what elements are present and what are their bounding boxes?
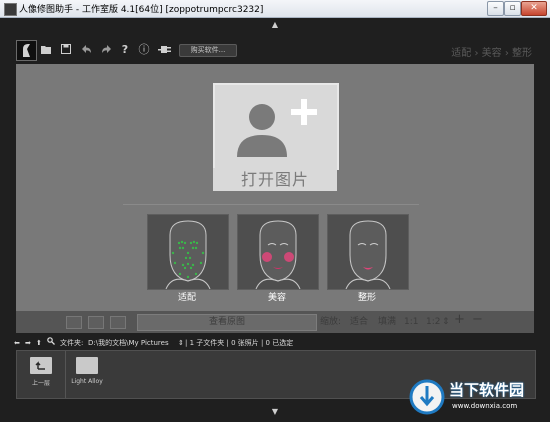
view-original-button[interactable]: 查看原图	[137, 314, 317, 331]
stacked-view-icon[interactable]	[110, 316, 126, 329]
add-person-icon	[213, 83, 339, 170]
divider	[65, 351, 66, 398]
mode-fit-label: 适配	[177, 293, 196, 303]
parent-folder-item[interactable]: 上一层	[22, 357, 60, 387]
redo-icon[interactable]	[100, 44, 112, 58]
zoom-in-button[interactable]: +	[454, 313, 465, 327]
forward-arrow-icon[interactable]: ➡	[25, 336, 31, 350]
close-button[interactable]: ✕	[521, 1, 547, 16]
up-arrow-icon[interactable]: ⬆	[36, 336, 42, 350]
open-folder-icon[interactable]	[40, 44, 52, 58]
face-beauty-icon	[255, 220, 301, 290]
title-bar: 人像修图助手 - 工作室版 4.1[64位] [zoppotrumpcrc323…	[0, 0, 550, 18]
single-view-icon[interactable]	[66, 316, 82, 329]
folder-path[interactable]: D:\我的文档\My Pictures	[88, 336, 169, 350]
divider	[123, 204, 419, 205]
info-icon[interactable]: ⓘ	[138, 43, 150, 57]
open-image-label: 打开图片	[213, 168, 337, 191]
path-dropdown-icon[interactable]: ⇕	[178, 336, 184, 350]
restore-button[interactable]: ▫	[504, 1, 521, 16]
watermark: 当下软件园 www.downxia.com	[408, 376, 548, 420]
search-icon[interactable]	[47, 336, 55, 350]
save-icon[interactable]	[60, 44, 72, 58]
split-view-icon[interactable]	[88, 316, 104, 329]
help-icon[interactable]: ?	[119, 43, 131, 57]
plug-icon[interactable]	[157, 44, 171, 58]
folder-stats: | 1 子文件夹 | 0 张照片 | 0 已选定	[185, 339, 294, 347]
watermark-brand: 当下软件园	[449, 381, 525, 399]
zoom-1-2-button[interactable]: 1:2	[426, 315, 440, 329]
folder-item[interactable]: Light Alloy	[68, 357, 106, 385]
folder-up-icon	[30, 357, 52, 374]
work-area: 打开图片 适配 美容 整形	[16, 64, 534, 311]
minimize-button[interactable]: –	[487, 1, 504, 16]
mode-beauty-card[interactable]	[237, 214, 319, 290]
mode-reshape-card[interactable]	[327, 214, 409, 290]
zoom-1-1-button[interactable]: 1:1	[404, 315, 418, 329]
mode-fit-card[interactable]	[147, 214, 229, 290]
logo-icon	[16, 40, 37, 61]
path-bar: ⬅ ➡ ⬆ 文件夹: D:\我的文档\My Pictures ⇕ | 1 子文件…	[12, 336, 542, 350]
view-toolbar: 查看原图 缩放: 适合 填满 1:1 1:2 ⇕ + −	[16, 311, 534, 333]
zoom-out-button[interactable]: −	[472, 313, 483, 327]
open-image-panel[interactable]: 打开图片	[213, 83, 339, 191]
watermark-url: www.downxia.com	[452, 402, 518, 410]
watermark-logo-icon	[409, 379, 445, 415]
folder-label: 文件夹:	[60, 339, 84, 347]
folder-item-label: Light Alloy	[71, 378, 103, 385]
zoom-fit-button[interactable]: 适合	[350, 315, 368, 329]
buy-software-button[interactable]: 购买软件...	[179, 44, 237, 57]
undo-icon[interactable]	[80, 44, 92, 58]
collapse-top-icon[interactable]: ▲	[265, 20, 285, 29]
face-landmarks-icon	[165, 220, 211, 290]
face-reshape-icon	[345, 220, 391, 290]
parent-folder-label: 上一层	[31, 380, 50, 387]
mode-beauty-label: 美容	[267, 293, 286, 303]
mode-reshape-label: 整形	[357, 293, 376, 303]
folder-icon	[76, 357, 98, 374]
window-title: 人像修图助手 - 工作室版 4.1[64位] [zoppotrumpcrc323…	[19, 5, 264, 15]
collapse-bottom-icon[interactable]: ▼	[265, 407, 285, 416]
app-icon	[4, 3, 17, 16]
zoom-label: 缩放:	[320, 317, 342, 327]
zoom-dropdown-icon[interactable]: ⇕	[442, 315, 450, 329]
workflow-breadcrumb: 适配 › 美容 › 整形	[451, 48, 532, 59]
zoom-fill-button[interactable]: 填满	[378, 315, 396, 329]
back-arrow-icon[interactable]: ⬅	[14, 336, 20, 350]
